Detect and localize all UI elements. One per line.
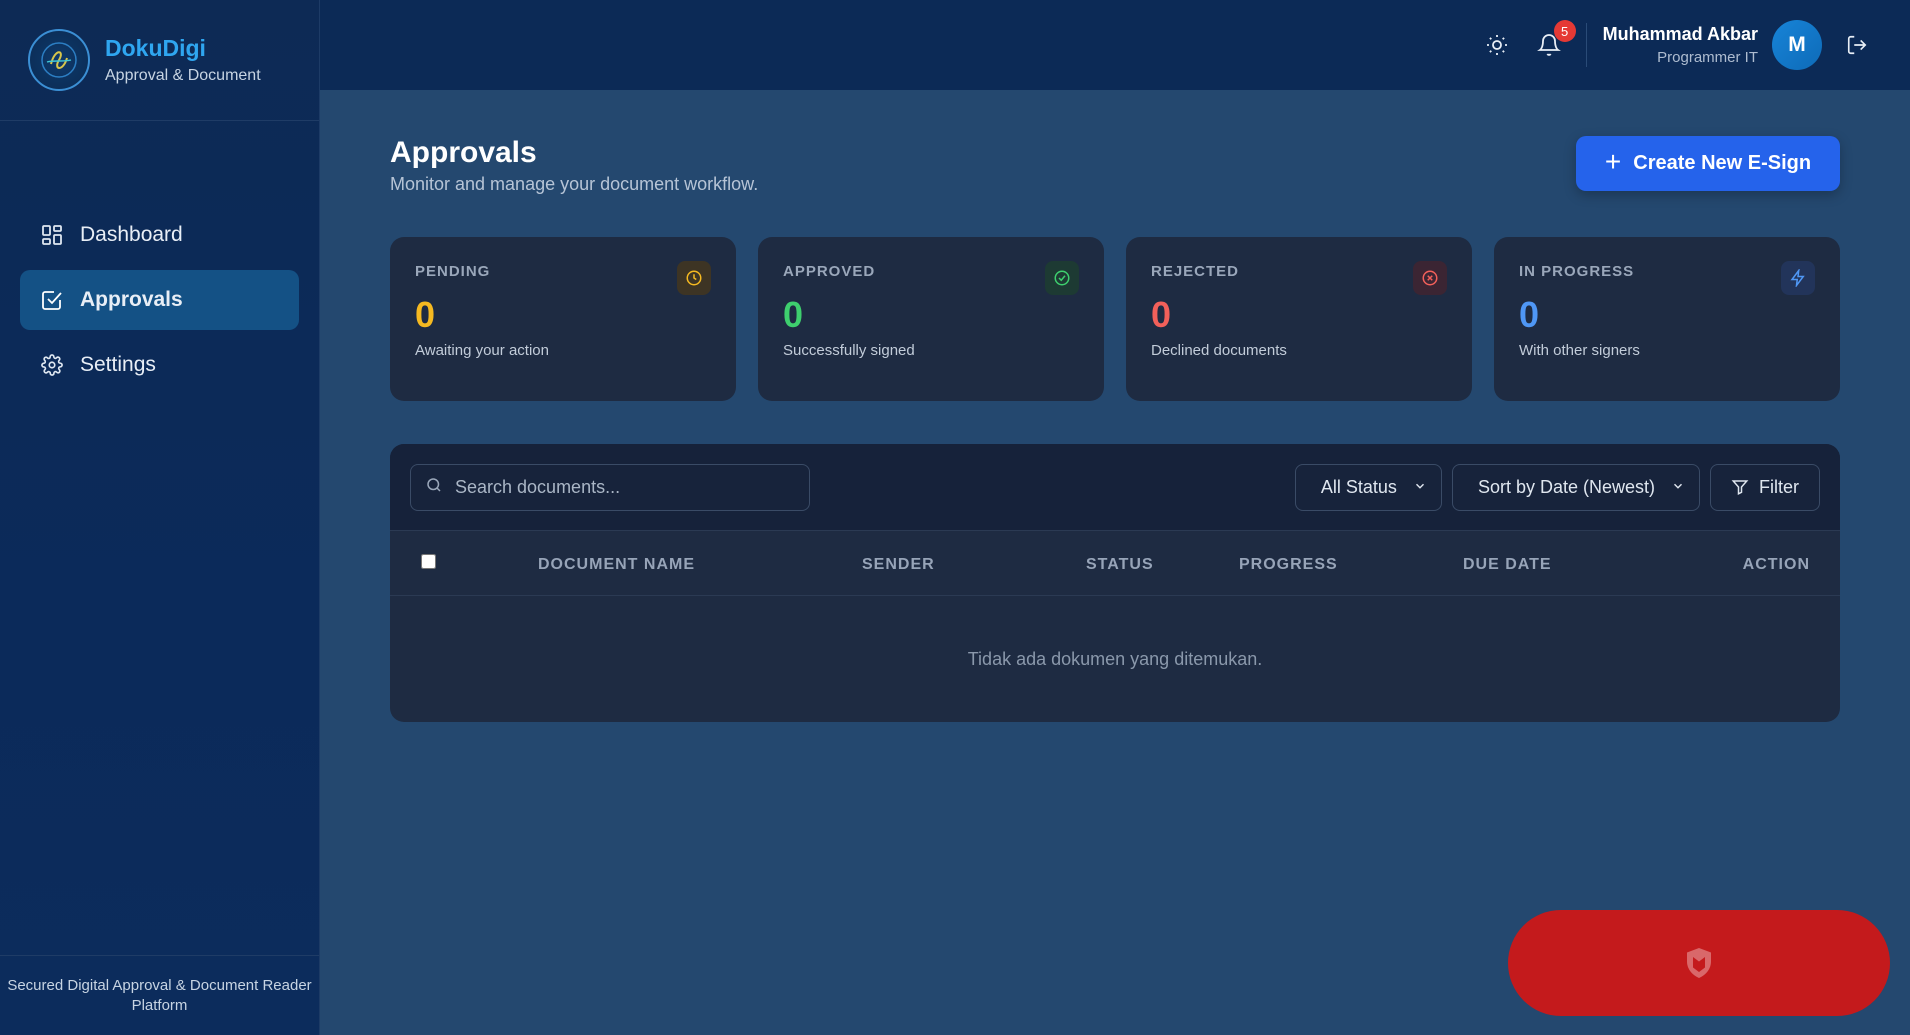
- sort-select[interactable]: Sort by Date (Newest): [1451, 463, 1700, 511]
- create-esign-button[interactable]: + Create New E-Sign: [1576, 136, 1840, 191]
- table-toolbar: All Status Sort by Date (Newest) Filter: [390, 444, 1840, 531]
- top-header: 5 Muhammad Akbar Programmer IT M: [320, 0, 1910, 90]
- sidebar-item-dashboard[interactable]: Dashboard: [20, 205, 299, 265]
- filter-label: Filter: [1759, 476, 1799, 497]
- user-role: Programmer IT: [1657, 49, 1758, 66]
- empty-state-message: Tidak ada dokumen yang ditemukan.: [967, 649, 1263, 669]
- x-circle-icon: [1413, 261, 1447, 295]
- user-info[interactable]: Muhammad Akbar Programmer IT: [1603, 24, 1758, 66]
- column-action: ACTION: [1742, 556, 1810, 573]
- sidebar-item-settings[interactable]: Settings: [20, 335, 299, 395]
- logout-icon[interactable]: [1844, 32, 1870, 58]
- stat-card-label: PENDING: [415, 263, 491, 280]
- stat-card-desc: With other signers: [1519, 342, 1640, 359]
- sidebar-item-label: Settings: [80, 353, 156, 376]
- stat-card-value: 0: [415, 294, 436, 335]
- sort-value: Sort by Date (Newest): [1477, 476, 1655, 497]
- create-esign-label: Create New E-Sign: [1633, 152, 1812, 174]
- search-input[interactable]: [455, 476, 785, 498]
- column-progress[interactable]: PROGRESS: [1239, 556, 1338, 574]
- notifications-bell-icon[interactable]: 5: [1534, 20, 1576, 60]
- chevron-down-icon: [1671, 477, 1685, 498]
- shield-logo-icon: [1687, 948, 1711, 978]
- dashboard-grid-icon: [40, 223, 64, 247]
- sidebar: DokuDigi Approval & Document Dashboard A…: [0, 0, 320, 1035]
- stat-card-label: REJECTED: [1151, 263, 1240, 280]
- sidebar-nav: Dashboard Approvals Settings: [0, 121, 319, 400]
- stat-card-in-progress[interactable]: IN PROGRESS 0 With other signers: [1494, 237, 1840, 401]
- table-header: DOCUMENT NAME SENDER STATUS PROGRESS DUE…: [390, 531, 1840, 596]
- search-box[interactable]: [410, 463, 810, 511]
- column-due-date[interactable]: DUE DATE: [1463, 556, 1552, 574]
- search-icon: [425, 476, 443, 499]
- stat-card-pending[interactable]: PENDING 0 Awaiting your action: [390, 237, 736, 401]
- theme-toggle-sun-icon[interactable]: [1482, 30, 1512, 60]
- avatar[interactable]: M: [1772, 20, 1822, 70]
- notification-count-badge: 5: [1553, 20, 1576, 42]
- stat-cards: PENDING 0 Awaiting your action APPROVED …: [390, 237, 1840, 401]
- column-status[interactable]: STATUS: [1086, 556, 1154, 574]
- stat-card-desc: Successfully signed: [783, 342, 915, 359]
- lightning-icon: [1781, 261, 1815, 295]
- stat-card-label: IN PROGRESS: [1519, 263, 1635, 280]
- stat-card-desc: Awaiting your action: [415, 342, 549, 359]
- column-sender[interactable]: SENDER: [862, 556, 935, 574]
- sidebar-footer: Secured Digital Approval & Document Read…: [0, 955, 319, 1035]
- check-square-icon: [40, 288, 64, 312]
- stat-card-value: 0: [1519, 294, 1540, 335]
- chevron-down-icon: [1413, 477, 1427, 498]
- brand-name: DokuDigi: [105, 35, 206, 61]
- header-divider: [1585, 23, 1587, 67]
- brand[interactable]: DokuDigi Approval & Document: [0, 0, 319, 121]
- user-name: Muhammad Akbar: [1602, 24, 1758, 44]
- stat-card-desc: Declined documents: [1151, 342, 1287, 359]
- sidebar-item-label: Approvals: [80, 288, 183, 311]
- stat-card-value: 0: [783, 294, 804, 335]
- documents-table-panel: All Status Sort by Date (Newest) Filter: [390, 444, 1840, 722]
- funnel-icon: [1731, 480, 1749, 495]
- plus-icon: +: [1604, 146, 1622, 177]
- stat-card-approved[interactable]: APPROVED 0 Successfully signed: [758, 237, 1104, 401]
- sidebar-item-approvals[interactable]: Approvals: [20, 270, 299, 330]
- sidebar-item-label: Dashboard: [80, 223, 183, 246]
- select-all-checkbox[interactable]: [421, 554, 436, 569]
- check-circle-icon: [1045, 261, 1079, 295]
- page-title: Approvals: [390, 136, 537, 169]
- status-filter-select[interactable]: All Status: [1294, 463, 1442, 511]
- filter-button[interactable]: Filter: [1710, 463, 1820, 511]
- floating-security-widget[interactable]: [1508, 910, 1890, 1016]
- status-filter-value: All Status: [1320, 476, 1397, 497]
- brand-logo-icon: [28, 29, 90, 91]
- brand-subtitle: Approval & Document: [105, 67, 261, 84]
- gear-icon: [40, 353, 64, 377]
- clock-icon: [677, 261, 711, 295]
- stat-card-label: APPROVED: [783, 263, 876, 280]
- stat-card-value: 0: [1151, 294, 1172, 335]
- column-document-name[interactable]: DOCUMENT NAME: [538, 556, 695, 574]
- page-subtitle: Monitor and manage your document workflo…: [390, 174, 759, 194]
- stat-card-rejected[interactable]: REJECTED 0 Declined documents: [1126, 237, 1472, 401]
